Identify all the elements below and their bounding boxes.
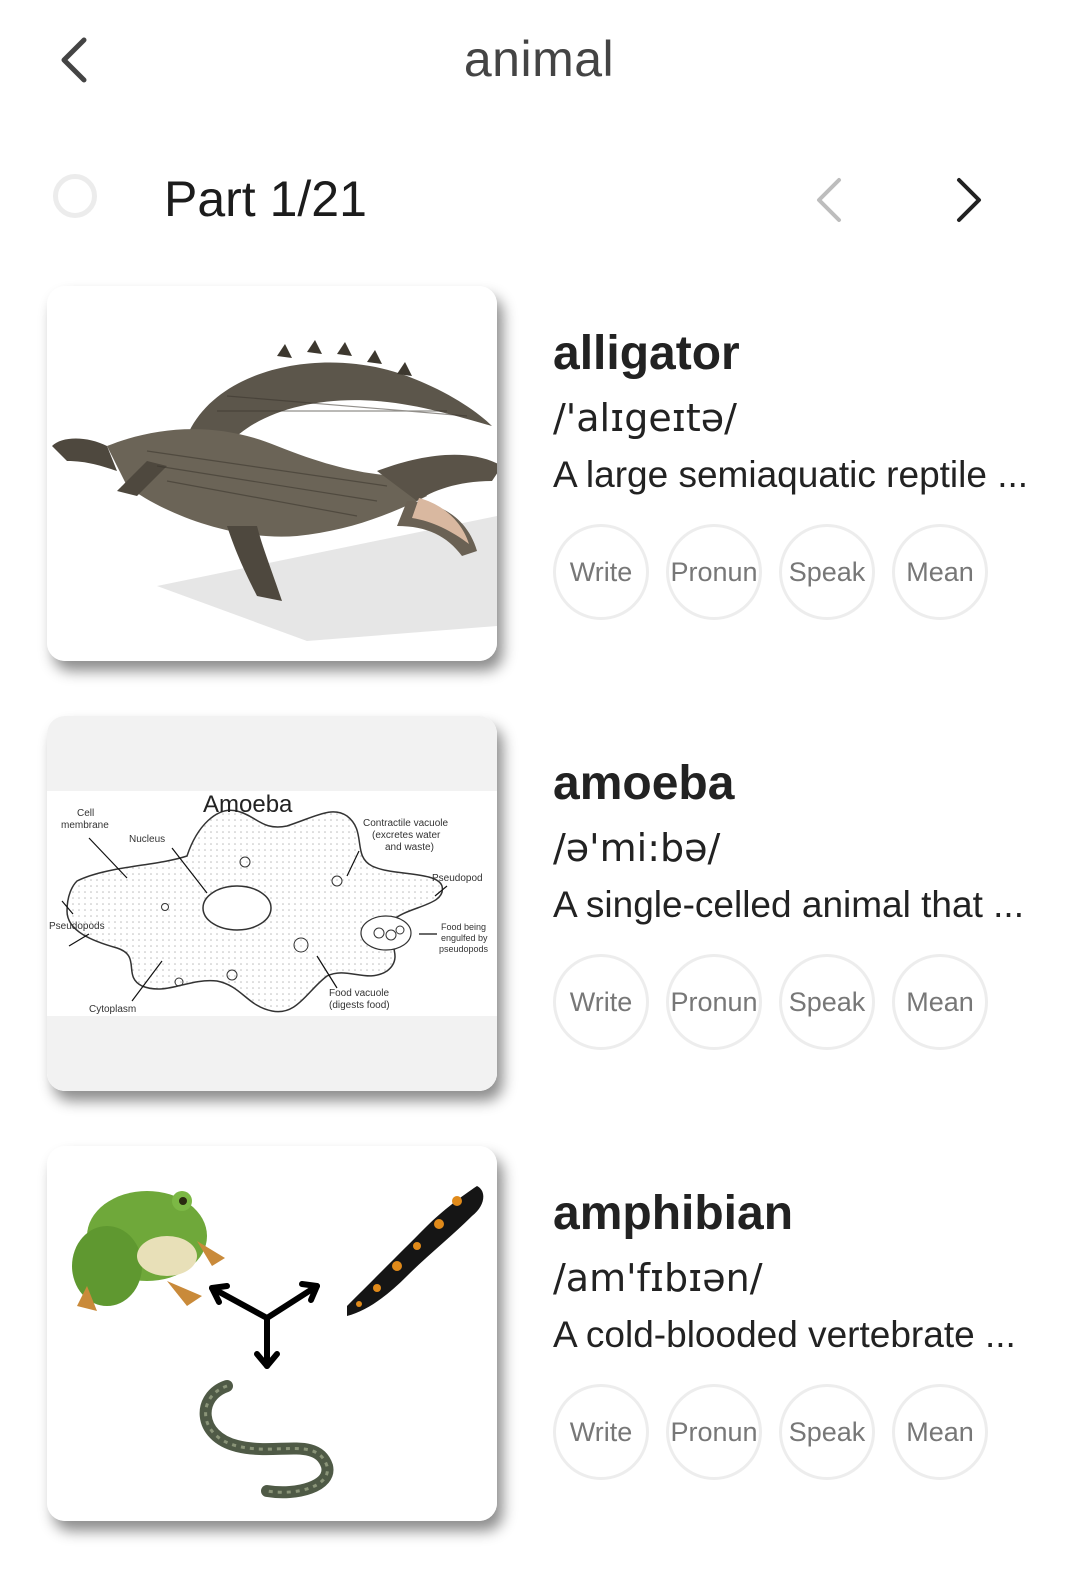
alligator-image xyxy=(47,286,497,661)
mean-button[interactable]: Mean xyxy=(892,524,988,620)
list-item[interactable]: amphibian /am'fɪbɪən/ A cold-blooded ver… xyxy=(0,1146,1078,1526)
word-image-card[interactable]: Amoeba Cell membrane Nucleus Contractile… xyxy=(47,716,497,1091)
word-title: alligator xyxy=(553,327,740,380)
diagram-label: engulfed by xyxy=(441,933,488,943)
write-button[interactable]: Write xyxy=(553,1384,649,1480)
next-part-button[interactable] xyxy=(945,170,993,230)
diagram-label: Food vacuole xyxy=(329,988,389,999)
diagram-label: Cytoplasm xyxy=(89,1004,136,1015)
amphibian-image xyxy=(47,1146,497,1521)
diagram-label: Nucleus xyxy=(129,834,165,845)
diagram-label: membrane xyxy=(61,820,109,831)
mean-button[interactable]: Mean xyxy=(892,1384,988,1480)
word-phonetic: /am'fɪbɪən/ xyxy=(553,1256,763,1300)
diagram-label: Cell xyxy=(77,808,94,819)
write-button[interactable]: Write xyxy=(553,954,649,1050)
mean-button[interactable]: Mean xyxy=(892,954,988,1050)
word-phonetic: /ə'mi:bə/ xyxy=(553,826,721,870)
diagram-label: Contractile vacuole xyxy=(363,818,448,829)
diagram-label: (excretes water xyxy=(372,830,441,841)
amoeba-title-label: Amoeba xyxy=(203,791,293,818)
chevron-right-icon xyxy=(957,178,981,222)
chevron-left-icon xyxy=(817,178,841,222)
word-image-card[interactable] xyxy=(47,1146,497,1521)
diagram-label: Food being xyxy=(441,922,486,932)
write-button[interactable]: Write xyxy=(553,524,649,620)
list-item[interactable]: Amoeba Cell membrane Nucleus Contractile… xyxy=(0,716,1078,1096)
pronun-button[interactable]: Pronun xyxy=(666,524,762,620)
previous-part-button[interactable] xyxy=(805,170,853,230)
diagram-label: Pseudopod xyxy=(432,873,483,884)
diagram-label: (digests food) xyxy=(329,1000,390,1011)
select-part-radio[interactable] xyxy=(53,174,97,218)
amoeba-image: Amoeba Cell membrane Nucleus Contractile… xyxy=(47,716,497,1091)
word-phonetic: /'alɪgeɪtə/ xyxy=(553,396,737,440)
word-title: amphibian xyxy=(553,1187,794,1240)
diagram-label: Pseudopods xyxy=(49,921,105,932)
list-item[interactable]: alligator /'alɪgeɪtə/ A large semiaquati… xyxy=(0,286,1078,666)
speak-button[interactable]: Speak xyxy=(779,524,875,620)
word-image-card[interactable] xyxy=(47,286,497,661)
word-title: amoeba xyxy=(553,757,735,810)
word-definition: A large semiaquatic reptile ... xyxy=(553,454,1029,495)
part-bar: Part 1/21 xyxy=(0,160,1078,250)
pronun-button[interactable]: Pronun xyxy=(666,1384,762,1480)
page-title: animal xyxy=(463,31,615,87)
pronun-button[interactable]: Pronun xyxy=(666,954,762,1050)
speak-button[interactable]: Speak xyxy=(779,1384,875,1480)
speak-button[interactable]: Speak xyxy=(779,954,875,1050)
diagram-label: pseudopods xyxy=(439,944,489,954)
word-definition: A single-celled animal that ... xyxy=(553,884,1024,925)
part-label: Part 1/21 xyxy=(164,171,367,227)
diagram-label: and waste) xyxy=(385,842,434,853)
top-bar: animal xyxy=(0,0,1078,120)
word-definition: A cold-blooded vertebrate ... xyxy=(553,1314,1016,1355)
